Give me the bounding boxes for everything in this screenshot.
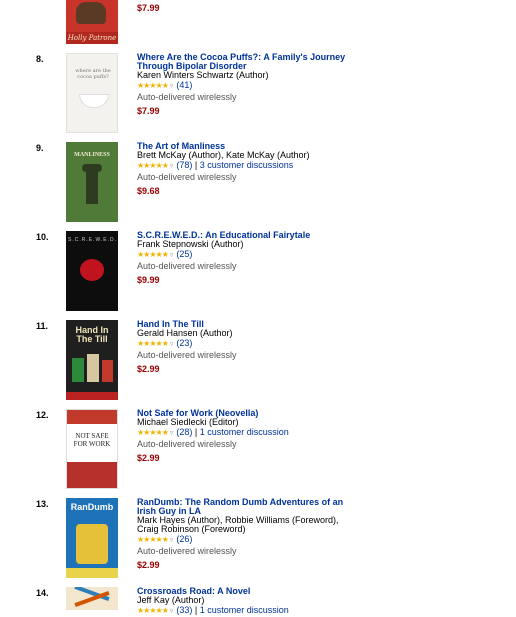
cover-text: where are the cocoa puffs? <box>75 68 111 80</box>
star-rating-icon[interactable]: ★★★★★ <box>137 606 169 615</box>
rank-number: 10. <box>36 232 49 242</box>
rank-number: 8. <box>36 54 44 64</box>
chevron-down-icon[interactable]: ▿ <box>170 252 174 259</box>
discussion-link[interactable]: 1 customer discussion <box>200 427 289 437</box>
book-authors: Frank Stepnowski (Author) <box>137 239 244 249</box>
chevron-down-icon[interactable]: ▿ <box>170 341 174 348</box>
review-count-link[interactable]: (25) <box>176 249 192 259</box>
book-title-link[interactable]: Where Are the Cocoa Puffs?: A Family's J… <box>137 53 347 71</box>
rating-row: ★★★★★ ▿ (23) <box>137 338 347 350</box>
chevron-down-icon[interactable]: ▿ <box>170 83 174 90</box>
discussion-link[interactable]: 1 customer discussion <box>200 605 289 615</box>
discussion-link[interactable]: 3 customer discussions <box>200 160 294 170</box>
rank-number: 13. <box>36 499 49 509</box>
apple-icon <box>80 259 104 281</box>
review-count-link[interactable]: (26) <box>176 534 192 544</box>
chevron-down-icon[interactable]: ▿ <box>170 537 174 544</box>
review-count-link[interactable]: (33) <box>176 605 192 615</box>
book-authors: Mark Hayes (Author), Robbie Williams (Fo… <box>137 515 339 534</box>
price: $9.68 <box>137 186 160 196</box>
delivery-note: Auto-delivered wirelessly <box>137 546 237 556</box>
price: $7.99 <box>137 106 160 116</box>
delivery-note: Auto-delivered wirelessly <box>137 261 237 271</box>
price: $2.99 <box>137 560 160 570</box>
rating-row: ★★★★★ ▿ (25) <box>137 249 347 261</box>
book-authors: Brett McKay (Author), Kate McKay (Author… <box>137 150 310 160</box>
book-cover[interactable]: NOT SAFE FOR WORK <box>66 409 118 489</box>
star-rating-icon[interactable]: ★★★★★ <box>137 339 169 348</box>
delivery-note: Auto-delivered wirelessly <box>137 350 237 360</box>
book-cover[interactable]: Hand In The Till <box>66 320 118 400</box>
price: $2.99 <box>137 364 160 374</box>
review-count-link[interactable]: (23) <box>176 338 192 348</box>
cover-text: Holly Patrone <box>66 32 118 44</box>
rating-row: ★★★★★ ▿ (78) | 3 customer discussions <box>137 160 294 170</box>
delivery-note: Auto-delivered wirelessly <box>137 439 237 449</box>
book-title-link[interactable]: RanDumb: The Random Dumb Adventures of a… <box>137 498 347 516</box>
rank-number: 9. <box>36 143 44 153</box>
cover-text: S.C.R.E.W.E.D. <box>68 237 118 243</box>
book-cover[interactable]: S.C.R.E.W.E.D. <box>66 231 118 311</box>
chevron-down-icon[interactable]: ▿ <box>170 608 174 615</box>
book-authors: Karen Winters Schwartz (Author) <box>137 70 269 80</box>
rank-number: 14. <box>36 588 49 598</box>
rating-row: ★★★★★ ▿ (28) | 1 customer discussion <box>137 427 289 437</box>
book-authors: Gerald Hansen (Author) <box>137 328 233 338</box>
price: $9.99 <box>137 275 160 285</box>
star-rating-icon[interactable]: ★★★★★ <box>137 81 169 90</box>
rating-row: ★★★★★ ▿ (33) | 1 customer discussion <box>137 605 289 615</box>
star-rating-icon[interactable]: ★★★★★ <box>137 535 169 544</box>
rank-number: 11. <box>36 321 49 331</box>
book-cover[interactable] <box>66 587 118 610</box>
cover-text: MANLINESS <box>74 152 110 158</box>
star-rating-icon[interactable]: ★★★★★ <box>137 250 169 259</box>
star-rating-icon[interactable]: ★★★★★ <box>137 161 169 170</box>
book-authors: Michael Siedlecki (Editor) <box>137 417 239 427</box>
delivery-note: Auto-delivered wirelessly <box>137 92 237 102</box>
price: $7.99 <box>137 3 160 13</box>
review-count-link[interactable]: (28) <box>176 427 192 437</box>
delivery-note: Auto-delivered wirelessly <box>137 172 237 182</box>
review-count-link[interactable]: (41) <box>176 80 192 90</box>
rating-row: ★★★★★ ▿ (41) <box>137 80 347 92</box>
chevron-down-icon[interactable]: ▿ <box>170 430 174 437</box>
book-cover[interactable]: where are the cocoa puffs? <box>66 53 118 133</box>
price: $2.99 <box>137 453 160 463</box>
rating-row: ★★★★★ ▿ (26) <box>137 534 347 546</box>
review-count-link[interactable]: (78) <box>176 160 192 170</box>
cover-text: RanDumb <box>70 502 114 512</box>
rank-number: 12. <box>36 410 49 420</box>
book-cover[interactable]: Holly Patrone <box>66 0 118 44</box>
cover-text: Hand In The Till <box>75 325 109 344</box>
star-rating-icon[interactable]: ★★★★★ <box>137 428 169 437</box>
book-authors: Jeff Kay (Author) <box>137 595 205 605</box>
book-cover[interactable]: MANLINESS <box>66 142 118 222</box>
cover-text: NOT SAFE FOR WORK <box>73 432 111 448</box>
book-cover[interactable]: RanDumb <box>66 498 118 578</box>
chevron-down-icon[interactable]: ▿ <box>170 163 174 170</box>
